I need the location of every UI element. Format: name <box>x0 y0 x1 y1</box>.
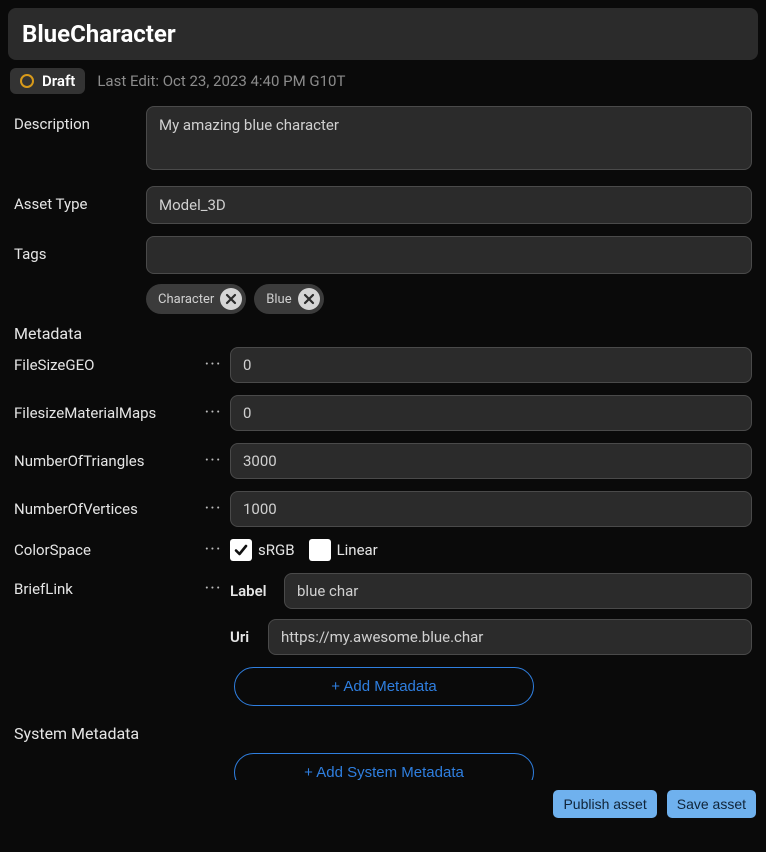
tag-remove-button[interactable] <box>220 288 242 310</box>
checkbox-linear[interactable]: Linear <box>309 539 378 561</box>
meta-more-button[interactable]: ··· <box>204 500 222 518</box>
brieflink-uri-key: Uri <box>230 628 258 646</box>
meta-input-numberofvertices[interactable] <box>230 491 752 527</box>
close-icon <box>303 293 315 305</box>
check-icon <box>233 542 249 558</box>
meta-label-colorspace: ColorSpace <box>14 541 196 559</box>
metadata-heading: Metadata <box>8 324 758 343</box>
meta-more-button[interactable]: ··· <box>204 541 222 559</box>
publish-asset-button[interactable]: Publish asset <box>553 790 656 818</box>
description-input[interactable] <box>146 106 752 170</box>
checkbox-srgb[interactable]: sRGB <box>230 539 295 561</box>
meta-label-filesizematerialmaps: FilesizeMaterialMaps <box>14 404 196 422</box>
tag-label: Blue <box>266 292 291 307</box>
tag-chip: Blue <box>254 284 323 314</box>
description-label: Description <box>14 106 134 133</box>
meta-input-numberoftriangles[interactable] <box>230 443 752 479</box>
checkbox-label: sRGB <box>258 541 295 559</box>
meta-more-button[interactable]: ··· <box>204 573 222 598</box>
tag-label: Character <box>158 292 214 307</box>
asset-type-label: Asset Type <box>14 186 134 213</box>
meta-label-numberoftriangles: NumberOfTriangles <box>14 452 196 470</box>
last-edit-text: Last Edit: Oct 23, 2023 4:40 PM G10T <box>97 72 345 90</box>
checkbox-box <box>230 539 252 561</box>
draft-status-text: Draft <box>42 72 75 90</box>
meta-more-button[interactable]: ··· <box>204 404 222 422</box>
meta-label-brieflink: BriefLink <box>14 573 196 598</box>
asset-title: BlueCharacter <box>22 20 744 48</box>
close-icon <box>225 293 237 305</box>
tags-label: Tags <box>14 236 134 263</box>
meta-input-filesizegeo[interactable] <box>230 347 752 383</box>
checkbox-box <box>309 539 331 561</box>
brieflink-label-key: Label <box>230 582 274 600</box>
brieflink-uri-input[interactable] <box>268 619 752 655</box>
meta-more-button[interactable]: ··· <box>204 356 222 374</box>
asset-type-select[interactable] <box>146 186 752 224</box>
save-asset-button[interactable]: Save asset <box>667 790 756 818</box>
checkbox-label: Linear <box>337 541 378 559</box>
meta-more-button[interactable]: ··· <box>204 452 222 470</box>
tags-list: Character Blue <box>146 284 752 314</box>
footer: Publish asset Save asset <box>0 780 766 828</box>
draft-status-icon <box>20 74 34 88</box>
meta-input-filesizematerialmaps[interactable] <box>230 395 752 431</box>
brieflink-label-input[interactable] <box>284 573 752 609</box>
tag-chip: Character <box>146 284 246 314</box>
add-metadata-button[interactable]: + Add Metadata <box>234 667 534 706</box>
meta-label-filesizegeo: FileSizeGEO <box>14 356 196 374</box>
system-metadata-heading: System Metadata <box>8 724 758 743</box>
meta-label-numberofvertices: NumberOfVertices <box>14 500 196 518</box>
status-row: Draft Last Edit: Oct 23, 2023 4:40 PM G1… <box>8 68 758 94</box>
tag-remove-button[interactable] <box>298 288 320 310</box>
draft-badge: Draft <box>10 68 85 94</box>
title-box: BlueCharacter <box>8 8 758 60</box>
tags-input[interactable] <box>146 236 752 274</box>
